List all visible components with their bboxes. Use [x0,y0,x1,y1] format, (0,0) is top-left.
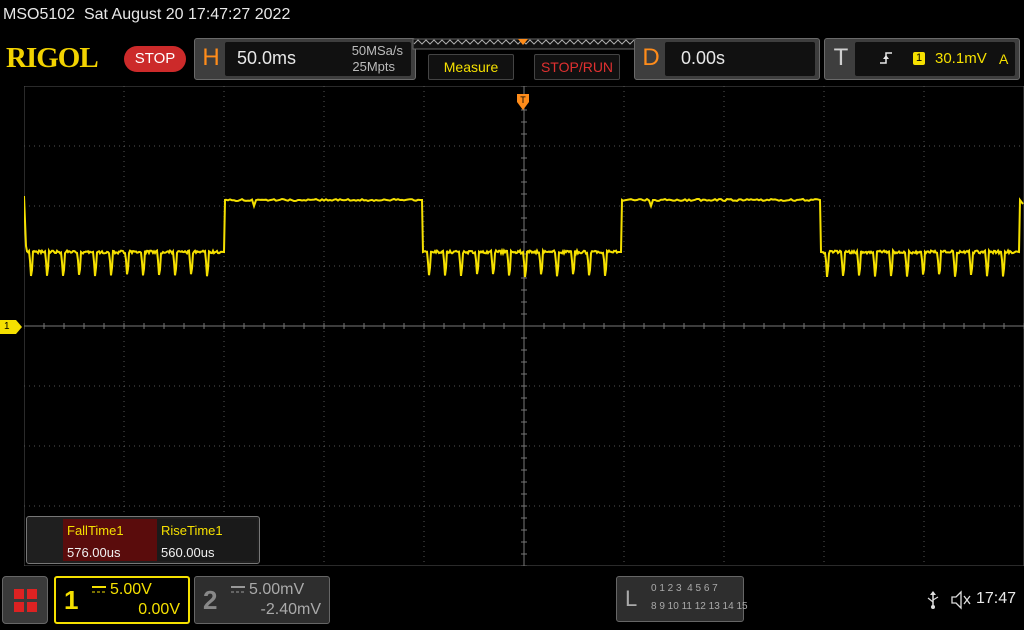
measurement-item[interactable]: FallTime1 576.00us [63,519,157,561]
datetime: Sat August 20 17:47:27 2022 [84,6,290,23]
run-status-badge[interactable]: STOP [124,46,186,72]
dc-coupling-icon [92,586,106,594]
logic-letter: L [625,586,637,612]
channel2-settings[interactable]: 2 5.00mV -2.40mV [194,576,330,624]
model-name: MSO5102 [3,6,75,23]
channel1-ground-label: 1 [4,321,10,332]
title-bar: MSO5102 Sat August 20 17:47:27 2022 [0,0,1024,32]
logic-analyzer-settings[interactable]: L 0 1 2 3 4 5 6 7 8 9 10 11 12 13 14 15 [616,576,744,622]
trigger-panel[interactable]: T 1 30.1mV A [824,38,1020,80]
system-clock: 17:47 [976,590,1016,608]
sample-rate: 50MSa/s [352,43,403,58]
delay-letter: D [639,39,663,77]
channel2-offset: -2.40mV [261,601,321,619]
speaker-muted-icon[interactable] [950,590,972,610]
channel2-scale: 5.00mV [249,581,304,599]
measurement-panel[interactable]: FallTime1 576.00us RiseTime1 560.00us [26,516,260,564]
measure-button[interactable]: Measure [428,54,514,80]
measurement-item[interactable]: RiseTime1 560.00us [157,519,257,561]
usb-icon [926,590,940,610]
channel1-settings[interactable]: 1 5.00V 0.00V [54,576,190,624]
horizontal-value-box: 50.0ms 50MSa/s 25Mpts [225,42,411,76]
main-menu-button[interactable] [2,576,48,624]
channel1-offset: 0.00V [138,601,180,619]
trigger-mode: A [999,51,1008,67]
dc-coupling-icon [231,586,245,594]
logic-channels-high: 8 9 10 11 12 13 14 15 [651,601,748,612]
trigger-level: 30.1mV [935,50,987,67]
memory-position-bar [412,38,636,50]
channel1-ground-marker[interactable]: 1 [0,320,22,334]
measurement-label: FallTime1 [67,523,124,538]
logic-channels-low: 0 1 2 3 4 5 6 7 [651,583,718,594]
graticule-grid [24,86,1024,566]
measurement-value: 560.00us [161,545,215,560]
trigger-source-badge: 1 [913,52,925,65]
channel2-number: 2 [203,585,217,616]
measurement-label: RiseTime1 [161,523,223,538]
horizontal-letter: H [199,39,223,77]
delay-value: 0.00s [681,48,725,69]
channel1-number: 1 [64,585,78,616]
trigger-letter: T [829,39,853,77]
trigger-value-box: 1 30.1mV A [855,42,1015,76]
timebase-value: 50.0ms [237,48,296,69]
delay-panel[interactable]: D 0.00s [634,38,820,80]
memory-depth: 25Mpts [352,59,395,74]
rising-edge-icon [879,50,893,66]
channel1-scale: 5.00V [110,581,152,599]
horizontal-panel[interactable]: H 50.0ms 50MSa/s 25Mpts [194,38,416,80]
measurement-value: 576.00us [67,545,121,560]
grid-menu-icon [14,589,38,613]
trigger-position-label: T [520,95,526,105]
rigol-logo: RIGOL [6,42,98,75]
waveform-display[interactable]: T [24,86,1024,566]
stop-run-button[interactable]: STOP/RUN [534,54,620,80]
delay-value-box: 0.00s [665,42,815,76]
